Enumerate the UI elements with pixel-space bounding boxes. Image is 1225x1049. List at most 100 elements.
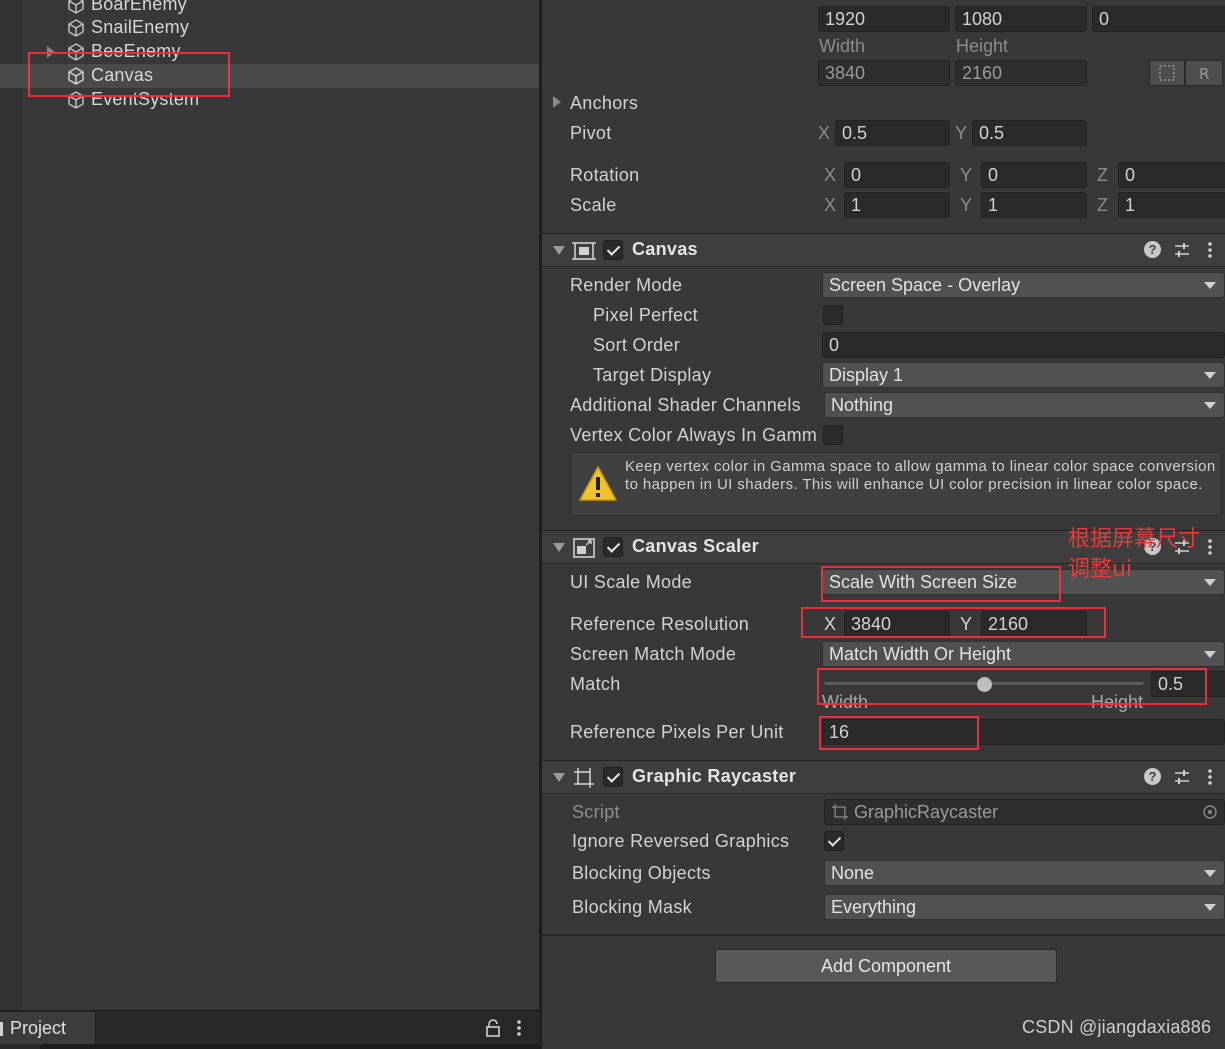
rotation-x-field[interactable]: 0 xyxy=(844,162,950,188)
tab-project[interactable]: Project xyxy=(0,1012,96,1044)
rotation-z-field[interactable]: 0 xyxy=(1118,162,1225,188)
fold-arrow-icon[interactable] xyxy=(553,543,565,552)
raw-edit-icon: R xyxy=(1199,65,1209,83)
rotation-x-label: X xyxy=(824,165,837,185)
warning-icon xyxy=(579,466,617,501)
presets-icon[interactable] xyxy=(1173,241,1191,259)
canvas-component-header[interactable]: Canvas ? xyxy=(542,233,1225,267)
hierarchy-item-label: SnailEnemy xyxy=(91,17,190,37)
graphic-raycaster-component-header[interactable]: Graphic Raycaster ? xyxy=(542,760,1225,794)
pixel-perfect-label: Pixel Perfect xyxy=(593,305,698,325)
match-slider-knob[interactable] xyxy=(977,677,992,692)
ref-resolution-x-field[interactable]: 3840 xyxy=(844,611,950,637)
project-toolbar-strip xyxy=(40,1044,540,1049)
shader-channels-dropdown[interactable]: Nothing xyxy=(824,392,1225,418)
scale-y-label: Y xyxy=(960,195,973,215)
shader-channels-label: Additional Shader Channels xyxy=(570,395,801,415)
help-icon[interactable]: ? xyxy=(1144,241,1161,258)
ignore-reversed-checkbox[interactable] xyxy=(824,831,844,851)
target-display-dropdown[interactable]: Display 1 xyxy=(822,362,1225,388)
expand-arrow-icon[interactable] xyxy=(47,46,55,58)
lock-icon[interactable] xyxy=(485,1019,501,1037)
kebab-menu-icon[interactable] xyxy=(1206,768,1214,786)
raw-edit-button[interactable]: R xyxy=(1185,60,1223,86)
kebab-menu-icon[interactable] xyxy=(1206,538,1214,556)
anchors-fold-arrow-icon[interactable] xyxy=(553,96,561,108)
pivot-y-field[interactable]: 0.5 xyxy=(972,120,1087,146)
scale-z-label: Z xyxy=(1097,195,1108,215)
component-enabled-checkbox[interactable] xyxy=(603,537,623,557)
scale-x-label: X xyxy=(824,195,837,215)
scale-z-field[interactable]: 1 xyxy=(1118,192,1225,218)
blocking-objects-label: Blocking Objects xyxy=(572,863,711,883)
kebab-menu-icon[interactable] xyxy=(514,1019,524,1037)
blocking-mask-dropdown[interactable]: Everything xyxy=(824,894,1225,920)
rect-width-field[interactable]: 3840 xyxy=(818,60,950,86)
rect-pos-x-field[interactable]: 1920 xyxy=(818,6,950,32)
blocking-mask-value: Everything xyxy=(831,897,917,917)
script-object-field[interactable]: GraphicRaycaster xyxy=(824,799,1225,825)
blocking-objects-dropdown[interactable]: None xyxy=(824,860,1225,886)
pixel-perfect-checkbox[interactable] xyxy=(823,305,843,325)
object-picker-icon[interactable] xyxy=(1202,804,1218,820)
warning-helpbox: Keep vertex color in Gamma space to allo… xyxy=(570,452,1222,516)
rotation-y-field[interactable]: 0 xyxy=(981,162,1087,188)
vertex-color-checkbox[interactable] xyxy=(823,425,843,445)
dropdown-arrow-icon xyxy=(1204,870,1216,877)
match-min-label: Width xyxy=(822,692,869,712)
sort-order-field[interactable]: 0 xyxy=(822,332,1225,358)
script-label: Script xyxy=(572,802,620,822)
gameobject-cube-icon xyxy=(68,67,84,85)
pivot-x-field[interactable]: 0.5 xyxy=(835,120,950,146)
scale-y-field[interactable]: 1 xyxy=(981,192,1087,218)
screen-match-mode-label: Screen Match Mode xyxy=(570,644,737,664)
ref-ppu-field[interactable]: 16 xyxy=(822,719,1225,745)
canvas-scaler-icon xyxy=(573,538,595,558)
blueprint-icon xyxy=(1159,65,1175,81)
watermark-text: CSDN @jiangdaxia886 xyxy=(1022,1017,1212,1037)
ref-ppu-label: Reference Pixels Per Unit xyxy=(570,722,784,742)
rect-pos-z-field[interactable]: 0 xyxy=(1092,6,1225,32)
component-enabled-checkbox[interactable] xyxy=(603,767,623,787)
rotation-label: Rotation xyxy=(570,165,640,185)
hierarchy-item-snailenemy[interactable]: SnailEnemy xyxy=(0,16,540,40)
component-title: Canvas Scaler xyxy=(632,536,759,556)
tab-active-marker xyxy=(0,1022,3,1036)
dropdown-arrow-icon xyxy=(1204,402,1216,409)
script-value: GraphicRaycaster xyxy=(854,802,999,822)
sort-order-label: Sort Order xyxy=(593,335,681,355)
presets-icon[interactable] xyxy=(1173,768,1191,786)
hierarchy-item-beeenemy[interactable]: BeeEnemy xyxy=(0,40,540,64)
kebab-menu-icon[interactable] xyxy=(1206,241,1214,259)
ui-scale-mode-dropdown[interactable]: Scale With Screen Size xyxy=(822,569,1225,595)
render-mode-dropdown[interactable]: Screen Space - Overlay xyxy=(822,272,1225,298)
shader-channels-value: Nothing xyxy=(831,395,894,415)
ref-resolution-y-field[interactable]: 2160 xyxy=(981,611,1087,637)
anchors-label[interactable]: Anchors xyxy=(570,93,638,114)
scale-x-field[interactable]: 1 xyxy=(844,192,950,218)
add-component-button[interactable]: Add Component xyxy=(715,949,1057,983)
component-enabled-checkbox[interactable] xyxy=(603,240,623,260)
width-label: Width xyxy=(819,36,866,56)
render-mode-label: Render Mode xyxy=(570,275,683,295)
fold-arrow-icon[interactable] xyxy=(553,246,565,255)
rect-height-field[interactable]: 2160 xyxy=(955,60,1087,86)
ignore-reversed-label: Ignore Reversed Graphics xyxy=(572,831,790,851)
hierarchy-item-label: EventSystem xyxy=(91,89,200,109)
rotation-z-label: Z xyxy=(1097,165,1108,185)
fold-arrow-icon[interactable] xyxy=(553,773,565,782)
ui-scale-mode-label: UI Scale Mode xyxy=(570,572,692,592)
component-title: Graphic Raycaster xyxy=(632,766,797,786)
hierarchy-item-boarenemy[interactable]: BoarEnemy xyxy=(0,0,540,17)
blueprint-mode-button[interactable] xyxy=(1149,60,1185,86)
screen-match-mode-dropdown[interactable]: Match Width Or Height xyxy=(822,641,1225,667)
help-icon[interactable]: ? xyxy=(1144,768,1161,785)
hierarchy-item-eventsystem[interactable]: EventSystem xyxy=(0,88,540,112)
screen-match-mode-value: Match Width Or Height xyxy=(829,644,1012,664)
rect-pos-y-field[interactable]: 1080 xyxy=(955,6,1087,32)
match-value-field[interactable]: 0.5 xyxy=(1151,671,1225,697)
vertex-color-label: Vertex Color Always In Gamm xyxy=(570,425,818,445)
hierarchy-item-canvas[interactable]: Canvas xyxy=(0,64,540,88)
ref-resolution-label: Reference Resolution xyxy=(570,614,750,634)
highlight-box-match xyxy=(817,668,1207,705)
